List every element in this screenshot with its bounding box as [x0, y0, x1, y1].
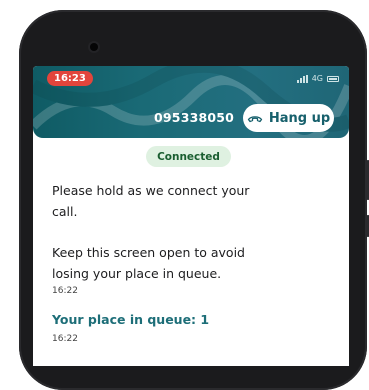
phone-screen: 16:23 4G 095338050 Hang up Connected Ple… [33, 66, 349, 366]
network-label: 4G [311, 74, 323, 83]
hangup-button[interactable]: Hang up [243, 104, 334, 132]
phone-hangup-icon [247, 116, 262, 123]
message-line: call. [52, 204, 78, 219]
message-line: Keep this screen open to avoid [52, 245, 245, 260]
power-button [365, 215, 369, 237]
front-camera [90, 43, 98, 51]
status-badge: Connected [146, 146, 231, 167]
status-time: 16:23 [47, 71, 93, 86]
volume-button [365, 160, 369, 200]
queue-position: Your place in queue: 1 [52, 312, 210, 327]
hangup-label: Hang up [268, 110, 331, 126]
message-line: Please hold as we connect your [52, 183, 250, 198]
battery-icon [327, 75, 339, 82]
call-header: 16:23 4G 095338050 Hang up [33, 66, 349, 138]
message-hold: Please hold as we connect your call. [52, 180, 249, 222]
message-line: losing your place in queue. [52, 266, 222, 281]
signal-icon [296, 74, 308, 83]
status-indicators: 4G [296, 74, 339, 83]
message-keep-open: Keep this screen open to avoid losing yo… [52, 242, 245, 284]
queue-timestamp: 16:22 [52, 334, 78, 344]
phone-number: 095338050 [154, 110, 235, 125]
message-timestamp: 16:22 [52, 286, 78, 296]
